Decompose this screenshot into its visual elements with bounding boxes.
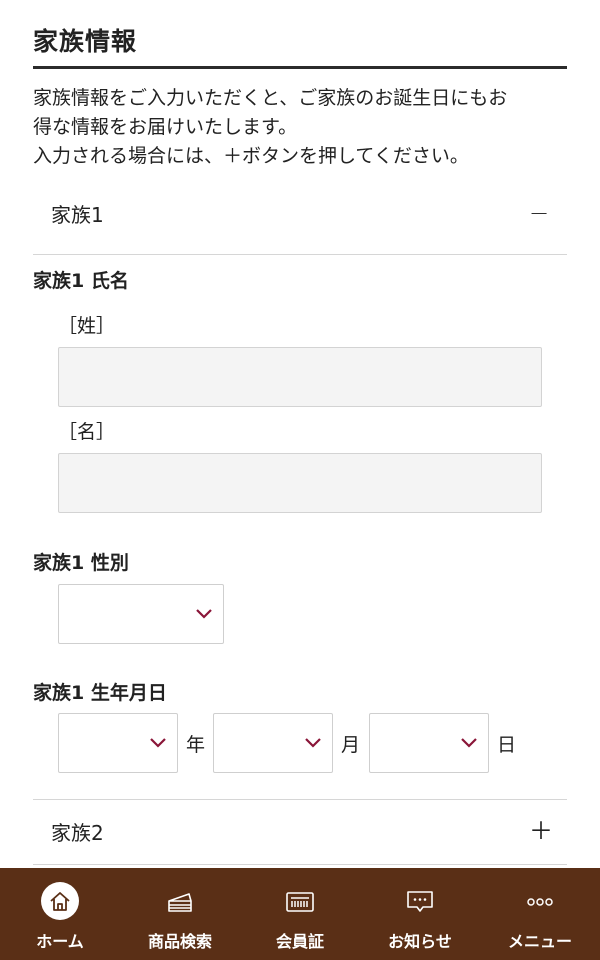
family1-name-label: 家族1 氏名 — [33, 270, 129, 292]
family1-header-label: 家族1 — [51, 202, 104, 227]
birth-month-select[interactable] — [213, 713, 333, 773]
more-icon — [525, 884, 555, 920]
chevron-down-icon — [305, 738, 321, 748]
collapse-icon[interactable]: − — [529, 201, 549, 225]
year-unit-label: 年 — [186, 734, 206, 756]
first-name-label: ［名］ — [58, 421, 116, 443]
day-unit-label: 日 — [497, 734, 517, 756]
nav-item-menu[interactable]: メニュー — [480, 868, 600, 960]
nav-label-member-card: 会員証 — [275, 932, 324, 951]
bottom-nav: ホーム 商品検索 会員証 お知らせ メニュー — [0, 868, 600, 960]
month-unit-label: 月 — [341, 734, 361, 756]
nav-label-news: お知らせ — [388, 932, 452, 951]
birth-day-select[interactable] — [369, 713, 489, 773]
first-name-input[interactable] — [58, 453, 542, 513]
intro-text: 家族情報をご入力いただくと、ご家族のお誕生日にもお 得な情報をお届けいたします。… — [33, 84, 573, 171]
family2-header-label: 家族2 — [51, 820, 104, 845]
family1-gender-label: 家族1 性別 — [33, 552, 129, 574]
cake-icon — [165, 884, 195, 920]
birth-year-select[interactable] — [58, 713, 178, 773]
expand-icon[interactable]: ＋ — [529, 819, 553, 843]
nav-item-home[interactable]: ホーム — [0, 868, 120, 960]
divider — [33, 254, 567, 255]
page-title: 家族情報 — [33, 27, 138, 56]
divider — [33, 864, 567, 865]
message-icon — [405, 884, 435, 920]
family2-accordion-header[interactable]: 家族2 ＋ — [33, 800, 567, 862]
nav-label-product-search: 商品検索 — [147, 932, 212, 951]
home-icon — [41, 882, 79, 920]
last-name-input[interactable] — [58, 347, 542, 407]
chevron-down-icon — [150, 738, 166, 748]
nav-label-menu: メニュー — [507, 932, 572, 951]
title-divider — [33, 66, 567, 69]
family1-birthday-label: 家族1 生年月日 — [33, 682, 167, 704]
intro-line-3: 入力される場合には、＋ボタンを押してください。 — [33, 145, 469, 167]
chevron-down-icon — [196, 609, 212, 619]
chevron-down-icon — [461, 738, 477, 748]
nav-item-member-card[interactable]: 会員証 — [240, 868, 360, 960]
nav-item-product-search[interactable]: 商品検索 — [120, 868, 240, 960]
barcode-card-icon — [285, 884, 315, 920]
last-name-label: ［姓］ — [58, 315, 116, 337]
nav-item-news[interactable]: お知らせ — [360, 868, 480, 960]
intro-line-2: 得な情報をお届けいたします。 — [33, 116, 298, 138]
family1-accordion-header[interactable]: 家族1 − — [33, 182, 567, 244]
nav-label-home: ホーム — [36, 932, 84, 951]
intro-line-1: 家族情報をご入力いただくと、ご家族のお誕生日にもお — [33, 87, 508, 109]
gender-select[interactable] — [58, 584, 224, 644]
